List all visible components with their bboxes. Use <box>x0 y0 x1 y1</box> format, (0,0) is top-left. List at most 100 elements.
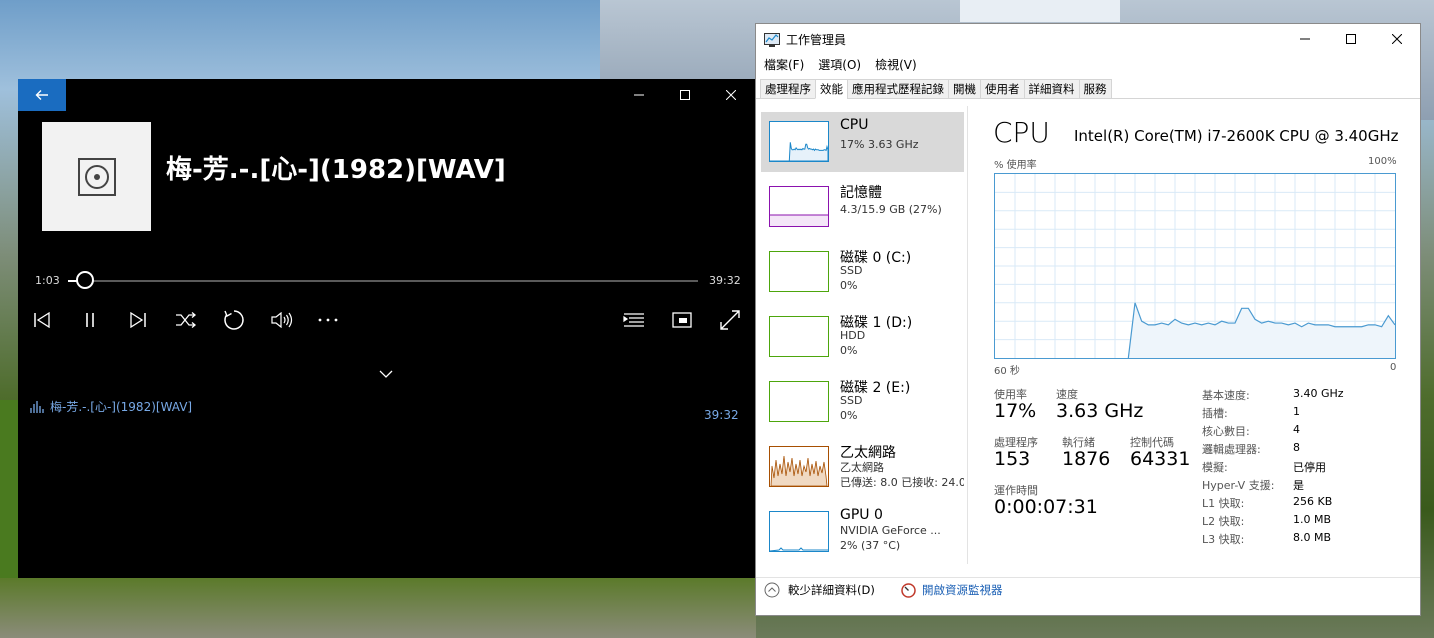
menu-options[interactable]: 選項(O) <box>818 56 861 73</box>
playlist-button[interactable] <box>620 307 648 333</box>
sidebar-name: 記憶體 <box>840 185 882 201</box>
spec-value: 1 <box>1293 405 1300 418</box>
spec-value: 8.0 MB <box>1293 531 1332 544</box>
tm-close-button[interactable] <box>1374 24 1420 54</box>
song-title: 梅-芳.-.[心-](1982)[WAV] <box>166 155 506 185</box>
back-button[interactable] <box>18 79 66 111</box>
equalizer-icon <box>30 400 44 413</box>
maximize-icon <box>680 90 690 100</box>
time-current: 1:03 <box>35 274 60 287</box>
pause-button[interactable] <box>76 307 104 333</box>
chevron-down-icon <box>379 370 393 378</box>
fullscreen-button[interactable] <box>716 307 744 333</box>
tab-services[interactable]: 服務 <box>1078 79 1112 99</box>
minimize-button[interactable] <box>616 79 662 111</box>
cpu-utilization-graph <box>994 173 1396 359</box>
sidebar-name: GPU 0 <box>840 507 883 523</box>
disk0-thumbnail <box>769 251 829 292</box>
sidebar-item-gpu[interactable]: GPU 0 NVIDIA GeForce ... 2% (37 °C) <box>761 502 964 562</box>
sidebar-item-ethernet[interactable]: 乙太網路 乙太網路 已傳送: 8.0 已接收: 24.0 <box>761 437 964 497</box>
close-icon <box>726 90 736 100</box>
previous-button[interactable] <box>28 307 56 333</box>
tab-processes[interactable]: 處理程序 <box>760 79 815 99</box>
uptime-value: 0:00:07:31 <box>994 496 1098 518</box>
mini-view-button[interactable] <box>668 307 696 333</box>
proc-value: 153 <box>994 448 1031 470</box>
memory-thumbnail <box>769 186 829 227</box>
close-button[interactable] <box>708 79 754 111</box>
fewer-details-label: 較少詳細資料(D) <box>788 583 875 597</box>
minimize-icon <box>1300 38 1310 40</box>
more-button[interactable] <box>314 307 342 333</box>
desktop-grass-bottom <box>0 578 756 638</box>
maximize-icon <box>1346 34 1356 44</box>
spec-value: 已停用 <box>1293 461 1326 474</box>
minimize-icon <box>634 94 644 96</box>
repeat-button[interactable] <box>220 307 248 333</box>
next-button[interactable] <box>124 307 152 333</box>
spec-key: L1 快取: <box>1202 497 1245 510</box>
next-track-icon <box>130 312 146 328</box>
music-disc-icon <box>77 157 116 196</box>
menu-bar: 檔案(F) 選項(O) 檢視(V) <box>764 56 917 73</box>
task-manager-title: 工作管理員 <box>764 31 846 48</box>
sidebar-item-cpu[interactable]: CPU 17% 3.63 GHz <box>761 112 964 172</box>
time-total: 39:32 <box>709 274 741 287</box>
open-resource-monitor-link[interactable]: 開啟資源監視器 <box>901 582 1003 598</box>
gpu-thumbnail <box>769 511 829 552</box>
menu-view[interactable]: 檢視(V) <box>875 56 917 73</box>
ethernet-thumbnail <box>769 446 829 487</box>
fullscreen-icon <box>720 310 740 330</box>
tab-startup[interactable]: 開機 <box>948 79 980 99</box>
sidebar-sub2: 2% (37 °C) <box>840 539 901 552</box>
sidebar-sub: HDD <box>840 329 866 342</box>
tm-minimize-button[interactable] <box>1282 24 1328 54</box>
mini-view-icon <box>672 312 692 328</box>
footer-divider <box>756 577 1420 578</box>
repeat-icon <box>224 310 244 330</box>
shuffle-icon <box>176 312 197 328</box>
seek-thumb[interactable] <box>76 271 94 289</box>
shuffle-button[interactable] <box>172 307 200 333</box>
threads-value: 1876 <box>1062 448 1111 470</box>
task-manager-window: 工作管理員 檔案(F) 選項(O) 檢視(V) 處理程序 效能 應用程式歷程記錄… <box>755 23 1421 616</box>
sidebar-item-memory[interactable]: 記憶體 4.3/15.9 GB (27%) <box>761 177 964 237</box>
album-art <box>42 122 151 231</box>
maximize-button[interactable] <box>662 79 708 111</box>
back-arrow-icon <box>35 90 48 100</box>
spec-value: 是 <box>1293 479 1304 492</box>
seek-bar[interactable] <box>68 280 698 282</box>
fewer-details-button[interactable]: 較少詳細資料(D) <box>764 582 875 598</box>
sidebar-item-disk1[interactable]: 磁碟 1 (D:) HDD 0% <box>761 307 964 367</box>
tm-maximize-button[interactable] <box>1328 24 1374 54</box>
volume-button[interactable] <box>268 307 296 333</box>
graph-xright: 0 <box>1390 362 1397 373</box>
spec-value: 1.0 MB <box>1293 513 1332 526</box>
cpu-thumbnail <box>769 121 829 162</box>
tab-details[interactable]: 詳細資料 <box>1023 79 1079 99</box>
sidebar-divider <box>967 106 968 564</box>
spec-key: 邏輯處理器: <box>1202 443 1261 456</box>
collapse-button[interactable] <box>376 366 396 382</box>
sidebar-item-disk2[interactable]: 磁碟 2 (E:) SSD 0% <box>761 372 964 432</box>
cpu-heading: CPU <box>993 116 1050 149</box>
util-value: 17% <box>994 400 1037 422</box>
disk2-thumbnail <box>769 381 829 422</box>
menu-file[interactable]: 檔案(F) <box>764 56 804 73</box>
more-icon <box>318 318 338 322</box>
pause-icon <box>86 313 94 327</box>
sidebar-item-disk0[interactable]: 磁碟 0 (C:) SSD 0% <box>761 242 964 302</box>
speed-value: 3.63 GHz <box>1056 400 1144 422</box>
queue-item[interactable]: 梅-芳.-.[心-](1982)[WAV] <box>30 398 192 415</box>
close-icon <box>1392 34 1402 44</box>
spec-value: 256 KB <box>1293 495 1333 508</box>
tab-performance[interactable]: 效能 <box>815 79 847 99</box>
spec-key: L2 快取: <box>1202 515 1245 528</box>
queue-item-duration: 39:32 <box>704 408 739 422</box>
sidebar-sub: 乙太網路 <box>840 461 884 474</box>
spec-key: 核心數目: <box>1202 425 1250 438</box>
queue-item-title: 梅-芳.-.[心-](1982)[WAV] <box>50 400 193 414</box>
previous-track-icon <box>34 312 50 328</box>
tab-users[interactable]: 使用者 <box>980 79 1024 99</box>
tab-app-history[interactable]: 應用程式歷程記錄 <box>847 79 948 99</box>
